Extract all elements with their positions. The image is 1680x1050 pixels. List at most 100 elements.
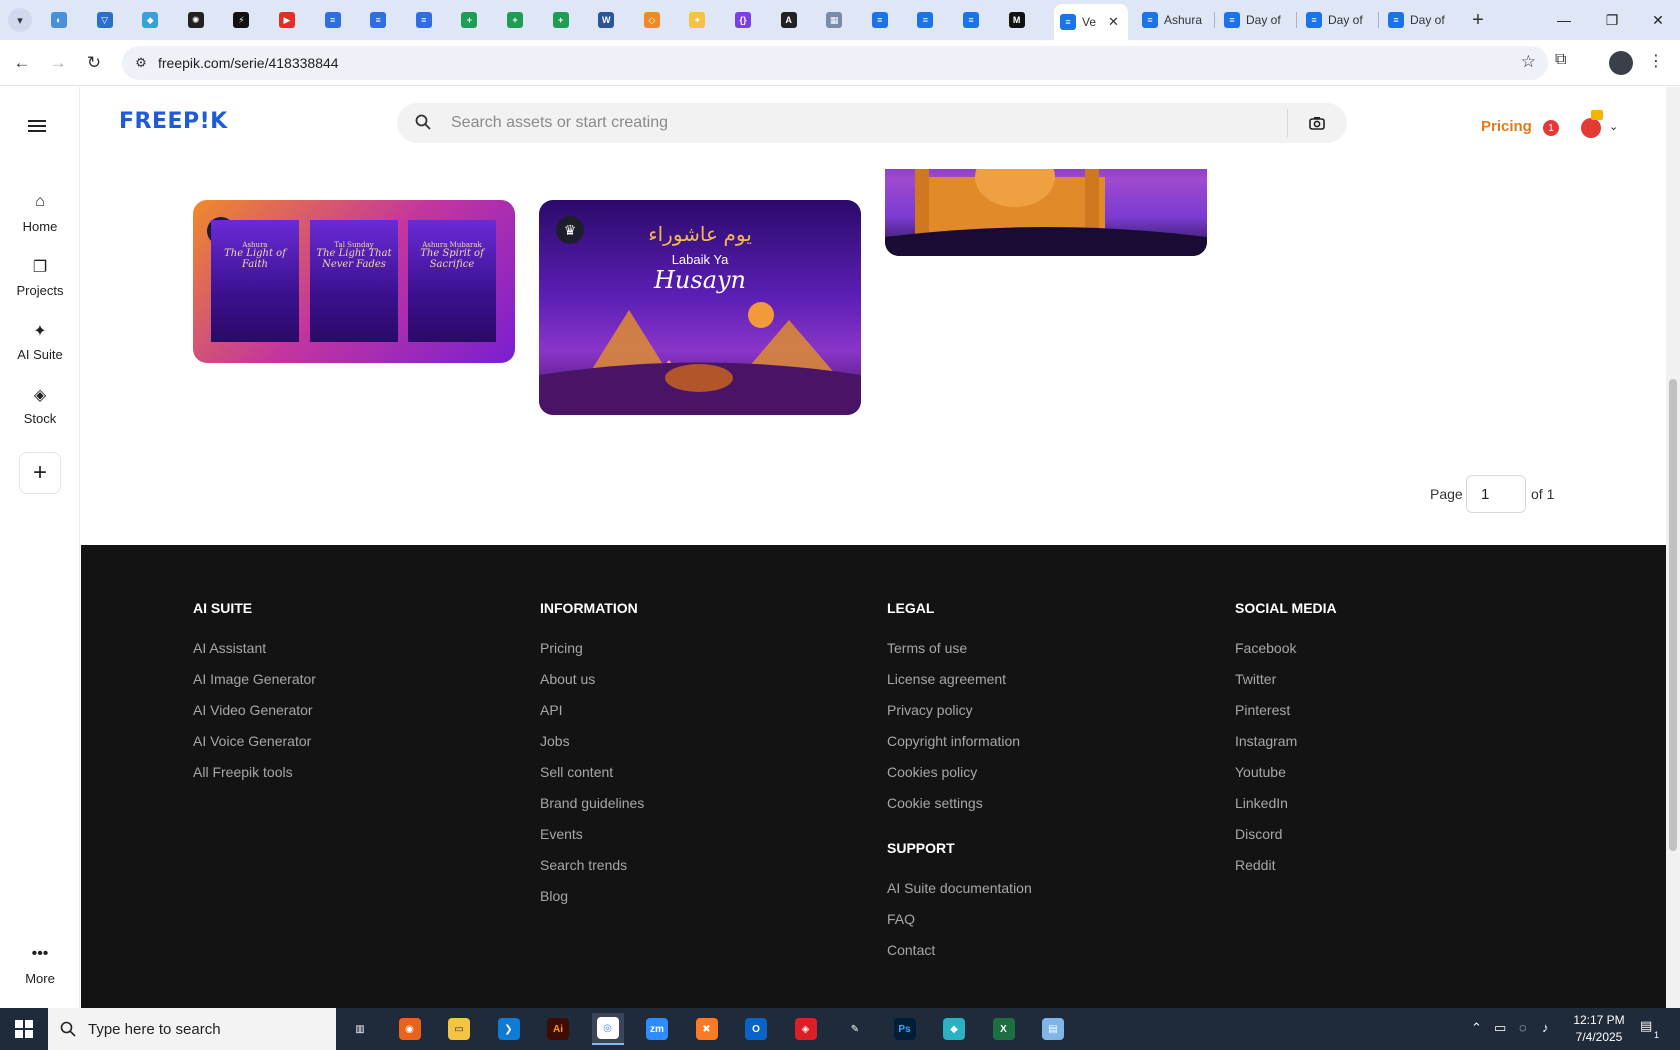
footer-link[interactable]: Blog <box>540 888 568 904</box>
footer-link[interactable]: LinkedIn <box>1235 795 1288 811</box>
taskbar-app[interactable]: ▤ <box>1037 1013 1069 1045</box>
footer-link[interactable]: All Freepik tools <box>193 764 293 780</box>
taskbar-app[interactable]: ◉ <box>394 1013 426 1045</box>
footer-link[interactable]: Contact <box>887 942 935 958</box>
taskbar-app[interactable]: ✎ <box>839 1013 871 1045</box>
footer-link[interactable]: AI Voice Generator <box>193 733 311 749</box>
footer-link[interactable]: Instagram <box>1235 733 1297 749</box>
sidebar-item-home[interactable]: ⌂ Home <box>0 193 80 234</box>
taskbar-app[interactable]: ◎ <box>591 1013 624 1045</box>
footer-link[interactable]: Privacy policy <box>887 702 973 718</box>
pinned-tab[interactable]: ≡ <box>363 8 393 32</box>
footer-link[interactable]: Copyright information <box>887 733 1020 749</box>
taskbar-app[interactable]: ▥ <box>344 1013 376 1045</box>
footer-link[interactable]: Search trends <box>540 857 627 873</box>
reload-button[interactable]: ↻ <box>82 51 106 75</box>
chevron-down-icon[interactable]: ⌄ <box>1609 120 1618 133</box>
scroll-thumb[interactable] <box>1669 379 1677 851</box>
tab-active[interactable]: ≡ Ve ✕ <box>1054 4 1128 40</box>
notification-center-icon[interactable]: ▤ <box>1640 1018 1652 1034</box>
pricing-link[interactable]: Pricing <box>1481 118 1532 135</box>
pinned-tab[interactable]: M <box>1002 8 1032 32</box>
pinned-tab[interactable]: ▶ <box>272 8 302 32</box>
pinned-tab[interactable]: ▽ <box>90 8 120 32</box>
pinned-tab[interactable]: + <box>454 8 484 32</box>
taskbar-app[interactable]: ◆ <box>938 1013 970 1045</box>
taskbar-app[interactable]: ✖ <box>691 1013 723 1045</box>
close-icon[interactable]: ✕ <box>1108 14 1119 30</box>
pinned-tab[interactable]: ≡ <box>409 8 439 32</box>
add-button[interactable]: + <box>19 452 61 494</box>
footer-link[interactable]: Cookie settings <box>887 795 983 811</box>
search-bar[interactable] <box>397 103 1347 143</box>
notification-badge[interactable]: 1 <box>1543 120 1559 136</box>
asset-card-husayn[interactable]: ♛ يوم عاشوراء Labaik Ya Husayn <box>539 200 861 415</box>
url-text[interactable]: freepik.com/serie/418338844 <box>158 55 339 71</box>
pinned-tab[interactable]: ≡ <box>318 8 348 32</box>
camera-icon[interactable] <box>1303 111 1331 135</box>
footer-link[interactable]: AI Image Generator <box>193 671 316 687</box>
close-window-button[interactable]: ✕ <box>1643 8 1673 32</box>
sidebar-item-stock[interactable]: ◈ Stock <box>0 385 80 426</box>
pinned-tab[interactable]: W <box>591 8 621 32</box>
footer-link[interactable]: Twitter <box>1235 671 1276 687</box>
taskbar-app[interactable]: ❯ <box>493 1013 525 1045</box>
taskbar-app[interactable]: ◈ <box>790 1013 822 1045</box>
profile-avatar[interactable] <box>1609 51 1633 75</box>
windows-start-icon[interactable] <box>0 1008 48 1050</box>
tab-day-of-2[interactable]: ≡ Day of <box>1300 6 1376 34</box>
sidebar-item-ai-suite[interactable]: ✦ AI Suite <box>0 321 80 362</box>
taskbar-search[interactable]: Type here to search <box>48 1008 336 1050</box>
search-input[interactable] <box>451 103 1251 143</box>
footer-link[interactable]: Pinterest <box>1235 702 1290 718</box>
back-button[interactable]: ← <box>10 51 34 75</box>
taskbar-app[interactable]: ▭ <box>443 1013 475 1045</box>
menu-icon[interactable] <box>28 117 52 137</box>
pinned-tab[interactable]: ≡ <box>910 8 940 32</box>
taskbar-app[interactable]: Ai <box>542 1013 574 1045</box>
pinned-tab[interactable]: ⚡ <box>226 8 256 32</box>
footer-link[interactable]: AI Suite documentation <box>887 880 1032 896</box>
address-bar[interactable]: ⚙ freepik.com/serie/418338844 ☆ <box>122 46 1548 80</box>
footer-link[interactable]: License agreement <box>887 671 1006 687</box>
footer-link[interactable]: AI Video Generator <box>193 702 313 718</box>
sidebar-item-more[interactable]: ••• More <box>0 945 80 986</box>
pinned-tab[interactable]: ◆ <box>135 8 165 32</box>
taskbar-app[interactable]: zm <box>641 1013 673 1045</box>
page-scrollbar[interactable] <box>1666 87 1680 1008</box>
tab-day-of-3[interactable]: ≡ Day of <box>1382 6 1458 34</box>
bookmark-star-icon[interactable]: ☆ <box>1521 52 1536 72</box>
tab-ashura[interactable]: ≡ Ashura <box>1136 6 1212 34</box>
freepik-logo[interactable]: FREEP!K <box>119 109 228 134</box>
volume-icon[interactable]: ♪ <box>1542 1020 1549 1035</box>
footer-link[interactable]: Terms of use <box>887 640 967 656</box>
wifi-icon[interactable]: ◌ <box>1519 1020 1527 1035</box>
pinned-tab[interactable]: ▦ <box>819 8 849 32</box>
footer-link[interactable]: Cookies policy <box>887 764 977 780</box>
footer-link[interactable]: Events <box>540 826 583 842</box>
new-tab-button[interactable]: + <box>1466 8 1490 32</box>
sidebar-item-projects[interactable]: ❐ Projects <box>0 257 80 298</box>
user-avatar[interactable] <box>1581 118 1601 138</box>
footer-link[interactable]: FAQ <box>887 911 915 927</box>
pinned-tab[interactable]: ≡ <box>956 8 986 32</box>
footer-link[interactable]: API <box>540 702 563 718</box>
restore-button[interactable]: ❐ <box>1597 8 1627 32</box>
pinned-tab[interactable]: + <box>500 8 530 32</box>
forward-button[interactable]: → <box>46 51 70 75</box>
chevron-up-icon[interactable]: ⌃ <box>1471 1020 1482 1036</box>
taskbar-clock[interactable]: 12:17 PM 7/4/2025 <box>1563 1012 1635 1046</box>
tab-day-of-1[interactable]: ≡ Day of <box>1218 6 1294 34</box>
footer-link[interactable]: Jobs <box>540 733 570 749</box>
footer-link[interactable]: Facebook <box>1235 640 1296 656</box>
footer-link[interactable]: AI Assistant <box>193 640 266 656</box>
pinned-tab[interactable]: + <box>546 8 576 32</box>
page-number-input[interactable] <box>1466 475 1526 513</box>
pinned-tab[interactable]: ✦ <box>682 8 712 32</box>
pinned-tab[interactable]: A <box>774 8 804 32</box>
footer-link[interactable]: Brand guidelines <box>540 795 644 811</box>
footer-link[interactable]: Pricing <box>540 640 583 656</box>
pinned-tab[interactable]: {} <box>728 8 758 32</box>
extensions-icon[interactable]: ⧉ <box>1555 51 1566 69</box>
pinned-tab[interactable]: ✺ <box>181 8 211 32</box>
